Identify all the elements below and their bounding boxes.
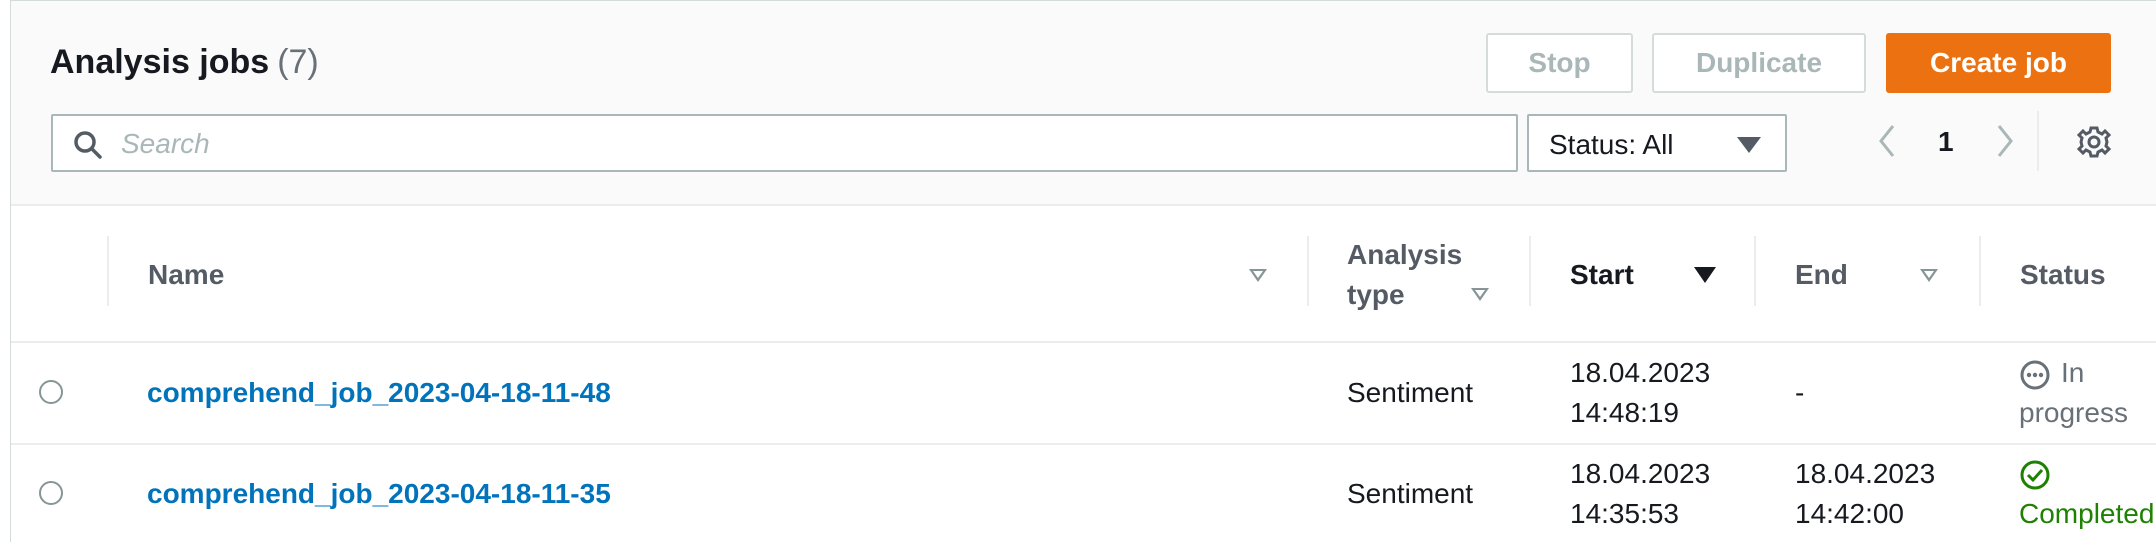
start-date-cell: 18.04.2023 — [1570, 458, 1711, 489]
row-select-radio[interactable] — [39, 380, 63, 404]
current-page-number[interactable]: 1 — [1938, 126, 1954, 158]
chevron-left-icon[interactable] — [1877, 123, 1897, 159]
check-circle-icon — [2020, 460, 2050, 490]
column-status-label: Status — [2020, 259, 2106, 290]
analysis-type-cell: Sentiment — [1347, 478, 1474, 509]
column-analysis-type-label-1: Analysis — [1347, 239, 1463, 270]
row-select-radio[interactable] — [39, 481, 63, 505]
sort-descending-icon[interactable] — [1694, 267, 1716, 283]
stop-button[interactable]: Stop — [1486, 33, 1633, 93]
chevron-right-icon[interactable] — [1995, 123, 2015, 159]
sort-icon[interactable] — [1920, 269, 1938, 282]
sort-icon[interactable] — [1249, 269, 1267, 282]
column-name-label: Name — [148, 259, 225, 290]
column-header-end[interactable]: End — [1795, 206, 1935, 341]
divider — [2037, 111, 2039, 171]
table-row[interactable]: comprehend_job_2023-04-18-11-48 Sentimen… — [11, 343, 2156, 443]
column-divider — [1529, 236, 1531, 306]
column-divider — [1307, 236, 1309, 306]
search-input[interactable] — [119, 122, 1503, 166]
title-text: Analysis jobs — [50, 43, 270, 81]
table-header-area: Analysis jobs (7) Stop Duplicate Create j… — [11, 1, 2156, 206]
column-header-status[interactable]: Status — [2020, 206, 2156, 341]
duplicate-button[interactable]: Duplicate — [1652, 33, 1866, 93]
job-name-link[interactable]: comprehend_job_2023-04-18-11-48 — [147, 373, 611, 413]
column-analysis-type-label-2: type — [1347, 279, 1405, 310]
status-text-cont: progress — [2019, 397, 2128, 428]
create-job-button[interactable]: Create job — [1886, 33, 2111, 93]
column-header-analysis-type[interactable]: Analysis type — [1347, 206, 1527, 341]
status-text: In — [2061, 357, 2085, 388]
column-header-name[interactable]: Name — [148, 206, 1148, 341]
end-time-cell: 14:42:00 — [1795, 498, 1904, 529]
job-count: (7) — [277, 43, 319, 81]
column-divider — [1979, 236, 1981, 306]
analysis-jobs-panel: Analysis jobs (7) Stop Duplicate Create j… — [10, 0, 2156, 542]
column-end-label: End — [1795, 259, 1848, 290]
start-time-cell: 14:35:53 — [1570, 498, 1679, 529]
start-time-cell: 14:48:19 — [1570, 397, 1679, 428]
status-filter-label: Status: All — [1549, 129, 1674, 160]
job-name-link[interactable]: comprehend_job_2023-04-18-11-35 — [147, 474, 611, 514]
status-text: Completed — [2019, 498, 2155, 529]
caret-down-icon — [1737, 137, 1761, 153]
status-filter-select[interactable]: Status: All — [1527, 114, 1787, 172]
column-divider — [1754, 236, 1756, 306]
column-divider — [107, 236, 109, 306]
page-title: Analysis jobs (7) — [50, 43, 319, 82]
gear-icon[interactable] — [2077, 125, 2111, 159]
search-icon — [74, 131, 102, 159]
end-date-cell: 18.04.2023 — [1795, 458, 1936, 489]
start-date-cell: 18.04.2023 — [1570, 357, 1711, 388]
end-cell: - — [1795, 377, 1805, 408]
column-start-label: Start — [1570, 259, 1634, 290]
table-row[interactable]: comprehend_job_2023-04-18-11-35 Sentimen… — [11, 445, 2156, 545]
search-field[interactable] — [51, 114, 1518, 172]
sort-icon[interactable] — [1471, 288, 1489, 301]
analysis-type-cell: Sentiment — [1347, 377, 1474, 408]
in-progress-icon — [2020, 360, 2050, 390]
